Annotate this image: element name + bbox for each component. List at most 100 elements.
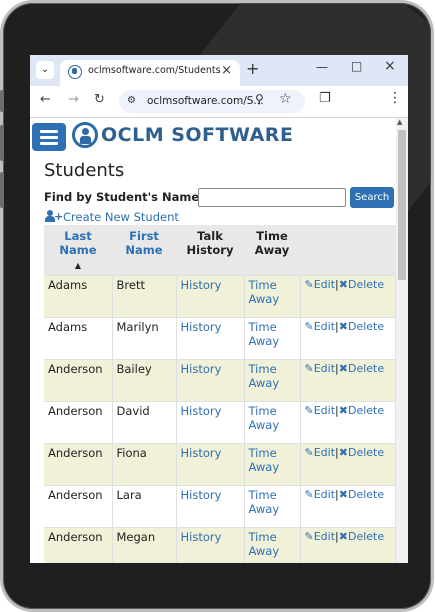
time-away-link[interactable]: Time Away (244, 443, 301, 486)
minimize-icon[interactable]: — (316, 60, 328, 74)
row-actions: ✎Edit|✖Delete (300, 485, 396, 528)
time-away-link[interactable]: Time Away (244, 485, 301, 528)
time-away-link[interactable]: Time Away (244, 317, 301, 360)
col-last-name[interactable]: Last Name ▲ (44, 225, 112, 276)
cell-first-name: Brett (112, 275, 177, 318)
power-button (0, 172, 4, 208)
x-icon: ✖ (338, 446, 348, 459)
cell-last-name: Anderson (44, 485, 113, 528)
edit-link[interactable]: ✎Edit (305, 278, 336, 291)
pencil-icon: ✎ (304, 530, 314, 543)
volume-down-button (0, 125, 4, 161)
row-actions: ✎Edit|✖Delete (300, 317, 396, 360)
cell-last-name: Anderson (44, 527, 113, 563)
scroll-up-icon[interactable]: ▲ (397, 118, 402, 126)
forward-icon[interactable]: → (68, 92, 79, 107)
time-away-link[interactable]: Time Away (244, 275, 301, 318)
history-link[interactable]: History (176, 317, 245, 360)
delete-link[interactable]: ✖Delete (339, 488, 384, 501)
row-actions: ✎Edit|✖Delete (300, 359, 396, 402)
cell-last-name: Anderson (44, 401, 113, 444)
table-row: Anderson Lara History Time Away ✎Edit|✖Delete (44, 485, 396, 528)
url-text[interactable]: oclmsoftware.com/S... (147, 95, 263, 107)
pencil-icon: ✎ (304, 446, 314, 459)
history-link[interactable]: History (176, 401, 245, 444)
history-link[interactable]: History (176, 359, 245, 402)
x-icon: ✖ (338, 488, 348, 501)
pencil-icon: ✎ (304, 278, 314, 291)
cell-first-name: Megan (112, 527, 177, 563)
edit-link[interactable]: ✎Edit (305, 446, 336, 459)
edit-link[interactable]: ✎Edit (305, 404, 336, 417)
edit-link[interactable]: ✎Edit (305, 362, 336, 375)
cell-last-name: Anderson (44, 443, 113, 486)
menu-kebab-icon[interactable]: ⋮ (388, 90, 402, 106)
browser-window: ⌄ oclmsoftware.com/Students × + — □ × ← … (30, 55, 408, 563)
cell-first-name: David (112, 401, 177, 444)
col-time-away: Time Away (244, 225, 300, 276)
new-tab-icon[interactable]: + (246, 59, 259, 78)
x-icon: ✖ (338, 362, 348, 375)
find-label: Find by Student's Name: (44, 190, 204, 204)
x-icon: ✖ (338, 530, 348, 543)
hamburger-menu-button[interactable] (32, 123, 66, 151)
extensions-icon[interactable]: ❐ (319, 91, 331, 106)
history-link[interactable]: History (176, 527, 245, 563)
cell-first-name: Fiona (112, 443, 177, 486)
history-link[interactable]: History (176, 443, 245, 486)
cell-last-name: Adams (44, 275, 113, 318)
site-settings-icon[interactable]: ⚙ (127, 95, 136, 106)
page-title: Students (44, 160, 125, 181)
students-table: Last Name ▲ First Name Talk History Time Awa… (44, 225, 396, 563)
table-header-row: Last Name ▲ First Name Talk History Time Awa… (44, 225, 396, 276)
search-button[interactable]: Search (350, 187, 394, 208)
pencil-icon: ✎ (304, 488, 314, 501)
sort-asc-icon: ▲ (74, 261, 82, 270)
col-actions (300, 225, 396, 276)
volume-up-button (0, 90, 4, 112)
edit-link[interactable]: ✎Edit (305, 320, 336, 333)
window-close-icon[interactable]: × (384, 58, 396, 74)
address-bar: ← → ↻ ⚙ oclmsoftware.com/S... ⚲ ☆ ❐ ⋮ (30, 86, 408, 118)
history-link[interactable]: History (176, 485, 245, 528)
delete-link[interactable]: ✖Delete (339, 320, 384, 333)
cell-last-name: Anderson (44, 359, 113, 402)
create-student-link[interactable]: + Create New Student (44, 210, 179, 224)
row-actions: ✎Edit|✖Delete (300, 401, 396, 444)
history-link[interactable]: History (176, 275, 245, 318)
browser-tab[interactable]: oclmsoftware.com/Students × (60, 60, 240, 86)
create-student-label: Create New Student (63, 210, 179, 224)
time-away-link[interactable]: Time Away (244, 401, 301, 444)
time-away-link[interactable]: Time Away (244, 527, 301, 563)
scroll-thumb[interactable] (398, 130, 406, 280)
brand-name[interactable]: OCLM SOFTWARE (101, 124, 293, 146)
delete-link[interactable]: ✖Delete (339, 404, 384, 417)
delete-link[interactable]: ✖Delete (339, 446, 384, 459)
time-away-link[interactable]: Time Away (244, 359, 301, 402)
zoom-icon[interactable]: ⚲ (255, 92, 264, 106)
edit-link[interactable]: ✎Edit (305, 530, 336, 543)
col-first-name[interactable]: First Name (112, 225, 176, 276)
delete-link[interactable]: ✖Delete (339, 278, 384, 291)
bookmark-star-icon[interactable]: ☆ (279, 91, 292, 107)
x-icon: ✖ (338, 320, 348, 333)
add-user-icon: + (44, 210, 63, 222)
favicon-icon (68, 65, 82, 79)
vertical-scrollbar[interactable]: ▲ (396, 118, 408, 563)
search-input[interactable] (198, 188, 346, 207)
table-row: Anderson David History Time Away ✎Edit|✖Delet… (44, 401, 396, 444)
back-icon[interactable]: ← (40, 92, 51, 107)
maximize-icon[interactable]: □ (351, 59, 362, 73)
edit-link[interactable]: ✎Edit (305, 488, 336, 501)
cell-first-name: Lara (112, 485, 177, 528)
reload-icon[interactable]: ↻ (94, 92, 105, 107)
table-row: Anderson Megan History Time Away ✎Edit|✖Delet… (44, 527, 396, 563)
omnibox[interactable]: ⚙ oclmsoftware.com/S... ⚲ ☆ (119, 90, 305, 113)
delete-link[interactable]: ✖Delete (339, 362, 384, 375)
row-actions: ✎Edit|✖Delete (300, 443, 396, 486)
row-actions: ✎Edit|✖Delete (300, 275, 396, 318)
tab-close-icon[interactable]: × (221, 63, 232, 78)
table-row: Adams Marilyn History Time Away ✎Edit|✖Delete (44, 317, 396, 360)
delete-link[interactable]: ✖Delete (339, 530, 384, 543)
tab-search-chevron-icon[interactable]: ⌄ (36, 61, 54, 79)
